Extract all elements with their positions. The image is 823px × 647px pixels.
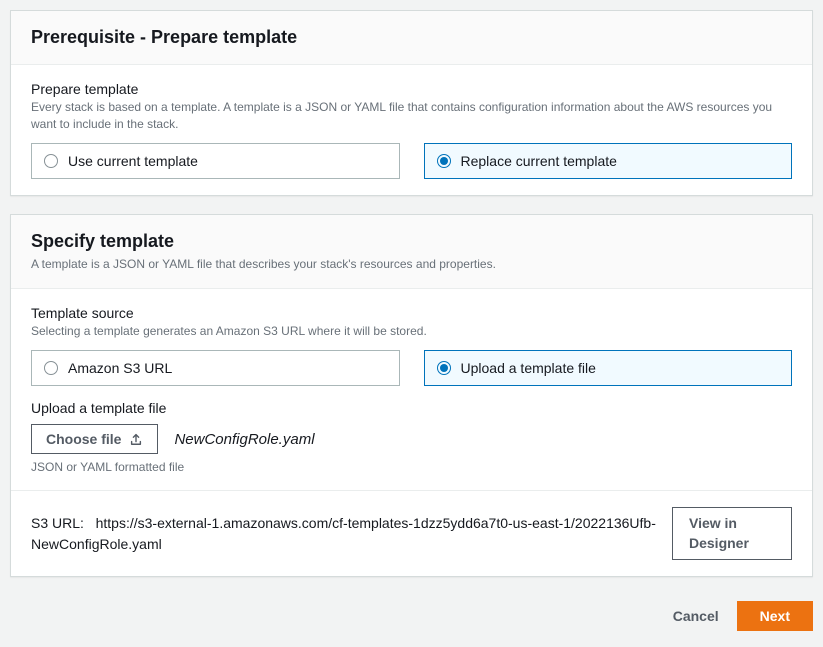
prepare-template-options: Use current template Replace current tem… xyxy=(31,143,792,179)
radio-icon xyxy=(437,154,451,168)
choose-file-label: Choose file xyxy=(46,431,121,447)
option-replace-current-template[interactable]: Replace current template xyxy=(424,143,793,179)
specify-template-panel: Specify template A template is a JSON or… xyxy=(10,214,813,578)
upload-section: Upload a template file Choose file NewCo… xyxy=(31,400,792,474)
option-use-current-template[interactable]: Use current template xyxy=(31,143,400,179)
wizard-footer: Cancel Next xyxy=(10,595,813,637)
s3-url-value: https://s3-external-1.amazonaws.com/cf-t… xyxy=(31,515,656,552)
radio-icon xyxy=(44,361,58,375)
radio-icon xyxy=(437,361,451,375)
option-use-current-label: Use current template xyxy=(68,153,198,169)
option-replace-label: Replace current template xyxy=(461,153,617,169)
view-in-designer-button[interactable]: View in Designer xyxy=(672,507,792,560)
radio-icon xyxy=(44,154,58,168)
prerequisite-header: Prerequisite - Prepare template xyxy=(11,11,812,65)
s3-url-text: S3 URL: https://s3-external-1.amazonaws.… xyxy=(31,513,660,555)
prerequisite-panel: Prerequisite - Prepare template Prepare … xyxy=(10,10,813,196)
prepare-template-hint: Every stack is based on a template. A te… xyxy=(31,99,792,133)
prerequisite-body: Prepare template Every stack is based on… xyxy=(11,65,812,195)
choose-file-button[interactable]: Choose file xyxy=(31,424,158,454)
option-upload-template-file[interactable]: Upload a template file xyxy=(424,350,793,386)
s3-url-row: S3 URL: https://s3-external-1.amazonaws.… xyxy=(11,490,812,576)
specify-template-subtitle: A template is a JSON or YAML file that d… xyxy=(31,256,792,273)
upload-template-label: Upload a template file xyxy=(31,400,792,416)
upload-row: Choose file NewConfigRole.yaml xyxy=(31,424,792,454)
upload-icon xyxy=(129,432,143,446)
option-upload-label: Upload a template file xyxy=(461,360,596,376)
template-source-section: Template source Selecting a template gen… xyxy=(11,289,812,490)
specify-template-title: Specify template xyxy=(31,231,792,252)
template-source-label: Template source xyxy=(31,305,792,321)
cancel-button[interactable]: Cancel xyxy=(673,608,719,624)
upload-file-hint: JSON or YAML formatted file xyxy=(31,460,792,474)
template-source-hint: Selecting a template generates an Amazon… xyxy=(31,323,792,340)
s3-url-label: S3 URL: xyxy=(31,515,84,531)
prerequisite-title: Prerequisite - Prepare template xyxy=(31,27,792,48)
uploaded-filename: NewConfigRole.yaml xyxy=(174,431,314,448)
prepare-template-label: Prepare template xyxy=(31,81,792,97)
option-amazon-s3-url[interactable]: Amazon S3 URL xyxy=(31,350,400,386)
specify-template-header: Specify template A template is a JSON or… xyxy=(11,215,812,290)
template-source-options: Amazon S3 URL Upload a template file xyxy=(31,350,792,386)
next-button[interactable]: Next xyxy=(737,601,813,631)
option-s3-label: Amazon S3 URL xyxy=(68,360,172,376)
